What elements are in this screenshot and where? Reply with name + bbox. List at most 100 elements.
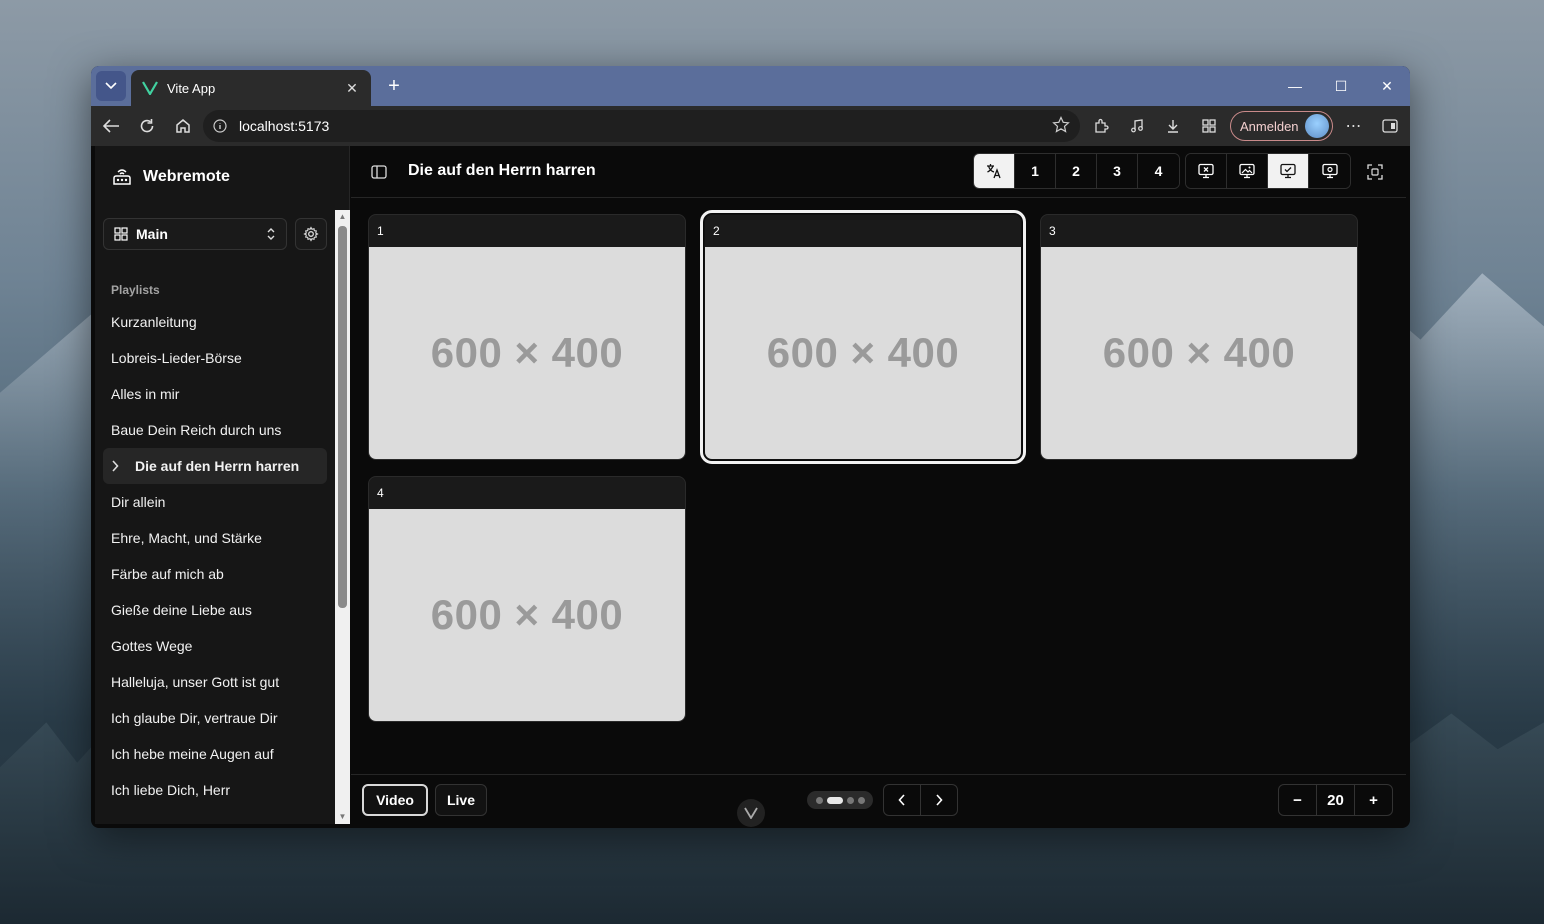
webremote-app: Webremote Main Playlists Kurzanleitung Lo… (95, 146, 1406, 827)
translate-icon (987, 164, 1001, 179)
translate-button[interactable] (974, 154, 1015, 188)
language-button-group: 1 2 3 4 (973, 153, 1180, 189)
scroll-up-icon[interactable]: ▲ (338, 212, 347, 222)
tab-list-button[interactable] (96, 71, 126, 101)
new-tab-button[interactable]: + (381, 73, 407, 99)
sidebar-panel-icon[interactable] (1375, 111, 1405, 141)
pager-dot-active[interactable] (826, 796, 843, 804)
screen-dot-icon (1321, 163, 1338, 179)
playlist-item-label: Dir allein (111, 494, 166, 510)
slide-number: 2 (713, 224, 720, 238)
tab-title: Vite App (167, 80, 216, 96)
sidebar: Webremote Main Playlists Kurzanleitung Lo… (95, 146, 350, 824)
screen-off-button[interactable] (1186, 154, 1227, 188)
sidebar-toggle-icon[interactable] (367, 160, 391, 184)
scroll-down-icon[interactable]: ▼ (338, 812, 347, 822)
slide-number: 1 (377, 224, 384, 238)
pager-dot[interactable] (815, 796, 823, 804)
slide-placeholder-image: 600 × 400 (705, 247, 1021, 459)
scrollbar-thumb[interactable] (338, 226, 347, 608)
slide-card[interactable]: 1 600 × 400 (368, 214, 686, 460)
previous-slide-button[interactable] (884, 785, 921, 815)
next-slide-button[interactable] (921, 785, 957, 815)
maximize-icon[interactable]: ☐ (1318, 66, 1364, 106)
back-arrow-icon[interactable] (96, 111, 126, 141)
live-button[interactable]: Live (435, 784, 487, 816)
signin-button[interactable]: Anmelden (1230, 111, 1333, 141)
screen-logo-button[interactable] (1309, 154, 1350, 188)
grid-icon (114, 227, 128, 241)
collections-icon[interactable] (1194, 111, 1224, 141)
slide-number: 3 (1049, 224, 1056, 238)
zoom-out-button[interactable]: − (1279, 785, 1316, 815)
slide-pager-dots (807, 791, 873, 809)
language-1-button[interactable]: 1 (1015, 154, 1056, 188)
address-bar[interactable]: localhost:5173 (203, 110, 1080, 142)
zoom-control: − 20 + (1278, 784, 1393, 816)
home-icon[interactable] (168, 111, 198, 141)
avatar (1304, 114, 1329, 138)
screen-text-button[interactable] (1268, 154, 1309, 188)
vite-devtools-icon[interactable] (737, 799, 765, 827)
favorite-star-icon[interactable] (1052, 115, 1070, 137)
download-icon[interactable] (1158, 111, 1188, 141)
playlist-item[interactable]: Färbe auf mich ab (103, 556, 327, 592)
playlist-item-label: Die auf den Herrn harren (135, 458, 300, 474)
browser-window: Vite App ✕ + — ☐ ✕ localhost:5173 Anmeld… (91, 66, 1410, 828)
playlist-item[interactable]: Ehre, Macht, und Stärke (103, 520, 327, 556)
workspace-select[interactable]: Main (103, 218, 287, 250)
playlist-list: Kurzanleitung Lobreis-Lieder-Börse Alles i… (103, 304, 327, 808)
playlist-item[interactable]: Dir allein (103, 484, 327, 520)
brand: Webremote (111, 166, 230, 188)
playlist-item[interactable]: Gottes Wege (103, 628, 327, 664)
browser-tab[interactable]: Vite App ✕ (131, 70, 371, 106)
playlist-item-label: Gottes Wege (111, 638, 193, 654)
playlist-item[interactable]: Kurzanleitung (103, 304, 327, 340)
slide-navigation (883, 784, 958, 816)
playlist-item[interactable]: Ich liebe Dich, Herr (103, 772, 327, 808)
playlist-item[interactable]: Gieße deine Liebe aus (103, 592, 327, 628)
playlist-item[interactable]: Lobreis-Lieder-Börse (103, 340, 327, 376)
fullscreen-icon[interactable] (1363, 160, 1387, 184)
playlist-item[interactable]: Alles in mir (103, 376, 327, 412)
chevron-right-icon (936, 794, 943, 806)
playlist-item-label: Ich glaube Dir, vertraue Dir (111, 710, 278, 726)
playlist-item[interactable]: Ich hebe meine Augen auf (103, 736, 327, 772)
pager-dot[interactable] (857, 796, 865, 804)
slide-card[interactable]: 3 600 × 400 (1040, 214, 1358, 460)
chevron-right-icon (111, 460, 127, 472)
slide-placeholder-image: 600 × 400 (369, 247, 685, 459)
playlist-item[interactable]: Halleluja, unser Gott ist gut (103, 664, 327, 700)
playlist-item[interactable]: Baue Dein Reich durch uns (103, 412, 327, 448)
language-3-button[interactable]: 3 (1097, 154, 1138, 188)
remote-logo-icon (113, 169, 131, 185)
info-icon[interactable] (213, 119, 231, 133)
reload-icon[interactable] (132, 111, 162, 141)
pager-dot[interactable] (846, 796, 854, 804)
tab-bar: Vite App ✕ + — ☐ ✕ (91, 66, 1410, 106)
extensions-icon[interactable] (1086, 111, 1116, 141)
screen-x-icon (1198, 163, 1214, 179)
slide-card[interactable]: 2 600 × 400 (700, 210, 1026, 464)
zoom-in-button[interactable]: + (1355, 785, 1392, 815)
playlists-header: Playlists (111, 283, 160, 297)
settings-button[interactable] (295, 218, 327, 250)
playlist-item[interactable]: Ich glaube Dir, vertraue Dir (103, 700, 327, 736)
page-title: Die auf den Herrn harren (408, 162, 596, 179)
minimize-icon[interactable]: — (1272, 66, 1318, 106)
main-panel: Die auf den Herrn harren 1 2 3 4 1 600 ×… (351, 146, 1406, 827)
playlist-item-label: Halleluja, unser Gott ist gut (111, 674, 280, 690)
more-options-icon[interactable]: ⋯ (1339, 111, 1369, 141)
close-window-icon[interactable]: ✕ (1364, 66, 1410, 106)
screen-image-icon (1239, 163, 1255, 179)
video-button[interactable]: Video (362, 784, 428, 816)
language-2-button[interactable]: 2 (1056, 154, 1097, 188)
slide-card[interactable]: 4 600 × 400 (368, 476, 686, 722)
media-control-icon[interactable] (1122, 111, 1152, 141)
screen-image-button[interactable] (1227, 154, 1268, 188)
sidebar-scrollbar[interactable]: ▲ ▼ (335, 210, 350, 824)
close-tab-icon[interactable]: ✕ (343, 80, 361, 97)
language-4-button[interactable]: 4 (1138, 154, 1179, 188)
playlist-item[interactable]: Die auf den Herrn harren (103, 448, 327, 484)
slide-number: 4 (377, 486, 384, 500)
